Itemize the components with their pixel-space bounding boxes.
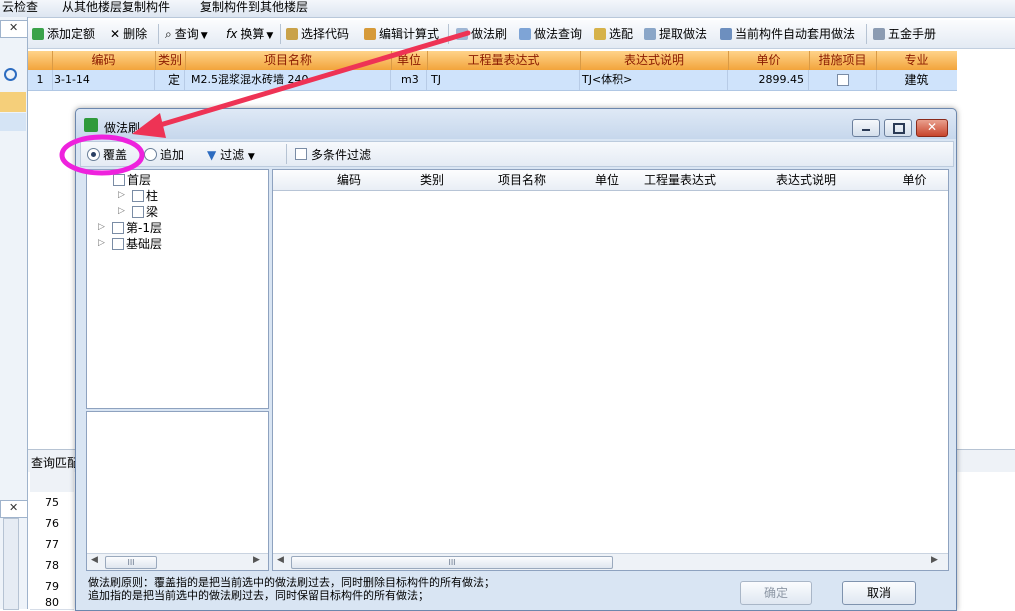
annotation-arrow-line — [147, 30, 471, 131]
annotation-circle — [59, 134, 145, 176]
annotation-arrow-head — [132, 113, 166, 138]
annotation-overlay — [59, 30, 471, 176]
